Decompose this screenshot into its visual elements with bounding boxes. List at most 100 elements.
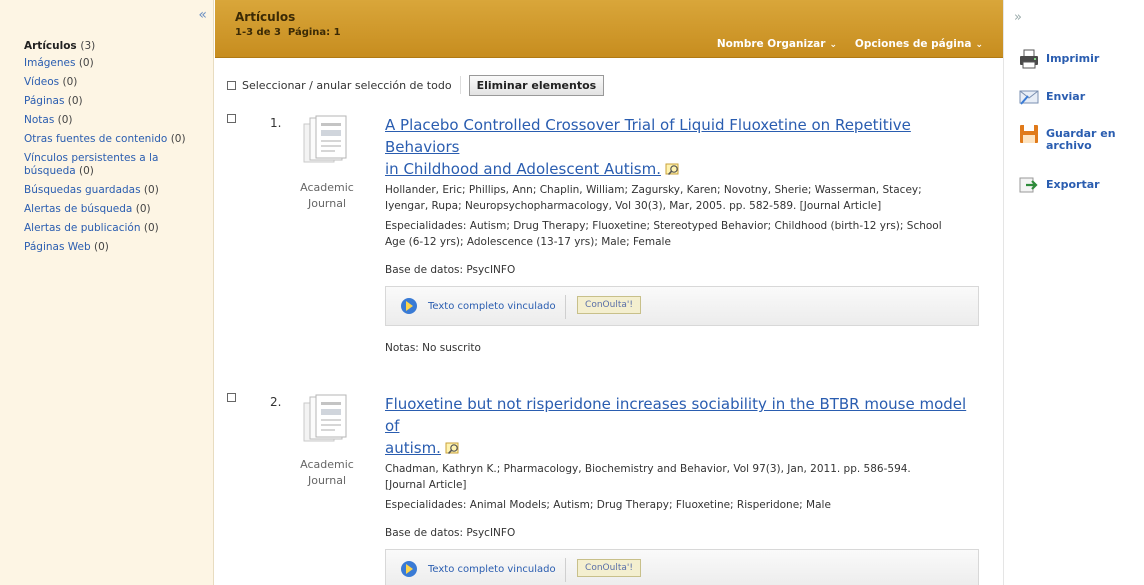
sidebar-item-count: (0) bbox=[170, 133, 186, 145]
save-to-file-label: Guardar en archivo bbox=[1046, 123, 1116, 152]
citation-line: Chadman, Kathryn K.; Pharmacology, Bioch… bbox=[385, 463, 911, 475]
sidebar-item-alertas-busqueda[interactable]: Alertas de búsqueda (0) bbox=[24, 203, 210, 216]
divider bbox=[459, 76, 461, 94]
save-to-file-button[interactable]: Guardar en archivo bbox=[1018, 123, 1116, 152]
sort-dropdown[interactable]: Nombre Organizar ⌄ bbox=[717, 38, 837, 50]
sidebar-item-label[interactable]: Vídeos bbox=[24, 76, 59, 88]
subjects-line: Especialidades: Autism; Drug Therapy; Fl… bbox=[385, 220, 942, 232]
fulltext-link[interactable]: Texto completo vinculado bbox=[428, 564, 556, 575]
academic-journal-icon[interactable] bbox=[300, 114, 352, 164]
result-body: Fluoxetine but not risperidone increases… bbox=[385, 393, 985, 585]
tools-panel: » Imprimir Enviar Guardar en archivo Expo… bbox=[1003, 0, 1144, 585]
preview-magnifier-icon[interactable] bbox=[665, 163, 681, 176]
document-type-label: Academic Journal bbox=[295, 457, 359, 489]
consulta-button[interactable]: ConOulta'! bbox=[577, 559, 641, 577]
sidebar-item-articulos[interactable]: Artículos (3) bbox=[24, 40, 210, 53]
result-checkbox[interactable] bbox=[227, 114, 236, 123]
collapse-right-icon[interactable]: » bbox=[1014, 10, 1022, 25]
sidebar-item-count: (0) bbox=[143, 184, 159, 196]
sidebar-item-paginas[interactable]: Páginas (0) bbox=[24, 95, 210, 108]
linked-fulltext-icon[interactable] bbox=[400, 560, 418, 578]
sidebar-item-label[interactable]: Notas bbox=[24, 114, 54, 126]
send-button[interactable]: Enviar bbox=[1018, 86, 1085, 108]
title-line[interactable]: in Childhood and Adolescent Autism. bbox=[385, 160, 661, 178]
result-notes: Notas: No suscrito bbox=[385, 342, 481, 354]
document-type-label: Academic Journal bbox=[295, 180, 359, 212]
divider bbox=[565, 295, 566, 319]
sidebar-item-paginas-web[interactable]: Páginas Web (0) bbox=[24, 241, 210, 254]
citation-line: [Journal Article] bbox=[385, 479, 467, 491]
result-database: Base de datos: PsycINFO bbox=[385, 527, 516, 539]
subjects-line: Especialidades: Animal Models; Autism; D… bbox=[385, 499, 831, 511]
sidebar-item-notas[interactable]: Notas (0) bbox=[24, 114, 210, 127]
result-title-link[interactable]: A Placebo Controlled Crossover Trial of … bbox=[385, 114, 985, 158]
sidebar-item-label: Artículos bbox=[24, 40, 77, 52]
citation-line: Hollander, Eric; Phillips, Ann; Chaplin,… bbox=[385, 184, 922, 196]
preview-magnifier-icon[interactable] bbox=[445, 442, 461, 455]
export-label: Exportar bbox=[1046, 178, 1100, 191]
delete-items-button[interactable]: Eliminar elementos bbox=[468, 74, 605, 96]
sidebar-item-label[interactable]: Búsquedas guardadas bbox=[24, 184, 141, 196]
sidebar-item-label[interactable]: Alertas de publicación bbox=[24, 222, 141, 234]
left-sidebar: « Artículos (3) Imágenes (0) Vídeos (0) … bbox=[0, 0, 214, 585]
sidebar-item-otras-fuentes[interactable]: Otras fuentes de contenido (0) bbox=[24, 133, 210, 146]
divider bbox=[565, 558, 566, 582]
result-title-link[interactable]: autism. bbox=[385, 437, 985, 459]
printer-icon bbox=[1020, 49, 1038, 69]
collapse-left-icon[interactable]: « bbox=[198, 8, 207, 22]
result-checkbox[interactable] bbox=[227, 393, 236, 402]
sort-label: Nombre Organizar bbox=[716, 38, 826, 50]
linked-fulltext-icon[interactable] bbox=[400, 297, 418, 315]
sidebar-item-count: (0) bbox=[67, 95, 83, 107]
document-type-line: Academic bbox=[300, 181, 354, 194]
fulltext-link-box: Texto completo vinculado ConOulta'! bbox=[385, 286, 979, 326]
export-button[interactable]: Exportar bbox=[1018, 174, 1100, 196]
sidebar-item-label[interactable]: Alertas de búsqueda bbox=[24, 203, 132, 215]
sidebar-item-count: (0) bbox=[79, 165, 94, 177]
result-number: 1. bbox=[270, 116, 282, 130]
sidebar-item-label[interactable]: Páginas Web bbox=[24, 241, 91, 253]
result-citation: Hollander, Eric; Phillips, Ann; Chaplin,… bbox=[385, 182, 985, 214]
results-header: Artículos 1-3 de 3 Página: 1 Nombre Orga… bbox=[215, 0, 1003, 58]
title-line[interactable]: autism. bbox=[385, 439, 441, 457]
select-all-label[interactable]: Seleccionar / anular selección de todo bbox=[242, 79, 452, 92]
sidebar-item-label[interactable]: Páginas bbox=[24, 95, 64, 107]
results-range: 1-3 de 3 Página: 1 bbox=[235, 27, 341, 38]
fulltext-link-box: Texto completo vinculado ConOulta'! bbox=[385, 549, 979, 585]
chevron-down-icon: ⌄ bbox=[975, 40, 983, 50]
result-database: Base de datos: PsycINFO bbox=[385, 264, 516, 276]
sidebar-item-label[interactable]: Imágenes bbox=[24, 57, 75, 69]
result-subjects: Especialidades: Autism; Drug Therapy; Fl… bbox=[385, 218, 985, 250]
sidebar-item-count: (0) bbox=[78, 57, 94, 69]
sidebar-item-vinculos[interactable]: Vínculos persistentes a la búsqueda (0) bbox=[24, 152, 174, 178]
result-title-link[interactable]: in Childhood and Adolescent Autism. bbox=[385, 158, 985, 180]
results-panel: Artículos 1-3 de 3 Página: 1 Nombre Orga… bbox=[215, 0, 1003, 585]
document-type-line: Journal bbox=[307, 474, 347, 487]
page-options-label: Opciones de página bbox=[854, 38, 972, 50]
print-label: Imprimir bbox=[1046, 52, 1100, 65]
title-line[interactable]: Fluoxetine but not risperidone increases… bbox=[385, 395, 966, 435]
subjects-line: Age (6-12 yrs); Adolescence (13-17 yrs);… bbox=[385, 236, 671, 248]
title-line[interactable]: A Placebo Controlled Crossover Trial of … bbox=[385, 116, 911, 156]
select-all-checkbox[interactable] bbox=[227, 80, 236, 90]
result-citation: Chadman, Kathryn K.; Pharmacology, Bioch… bbox=[385, 461, 985, 493]
citation-line: Iyengar, Rupa; Neuropsychopharmacology, … bbox=[385, 200, 882, 212]
floppy-disk-icon bbox=[1020, 125, 1038, 143]
sidebar-item-imagenes[interactable]: Imágenes (0) bbox=[24, 57, 210, 70]
sidebar-item-label[interactable]: Otras fuentes de contenido bbox=[24, 133, 167, 145]
sidebar-item-count: (0) bbox=[62, 76, 78, 88]
sidebar-item-busquedas-guardadas[interactable]: Búsquedas guardadas (0) bbox=[24, 184, 210, 197]
sidebar-item-count: (0) bbox=[135, 203, 151, 215]
save-label-line: archivo bbox=[1046, 139, 1092, 152]
page-options-dropdown[interactable]: Opciones de página ⌄ bbox=[855, 38, 983, 50]
academic-journal-icon[interactable] bbox=[300, 393, 352, 443]
sidebar-item-alertas-publicacion[interactable]: Alertas de publicación (0) bbox=[24, 222, 210, 235]
consulta-button[interactable]: ConOulta'! bbox=[577, 296, 641, 314]
fulltext-link[interactable]: Texto completo vinculado bbox=[428, 301, 556, 312]
document-type-line: Academic bbox=[300, 458, 354, 471]
sidebar-item-videos[interactable]: Vídeos (0) bbox=[24, 76, 210, 89]
result-title-link[interactable]: Fluoxetine but not risperidone increases… bbox=[385, 393, 985, 437]
selection-bar: Seleccionar / anular selección de todo E… bbox=[227, 74, 605, 96]
page-number: Página: 1 bbox=[287, 27, 341, 38]
print-button[interactable]: Imprimir bbox=[1018, 48, 1099, 70]
